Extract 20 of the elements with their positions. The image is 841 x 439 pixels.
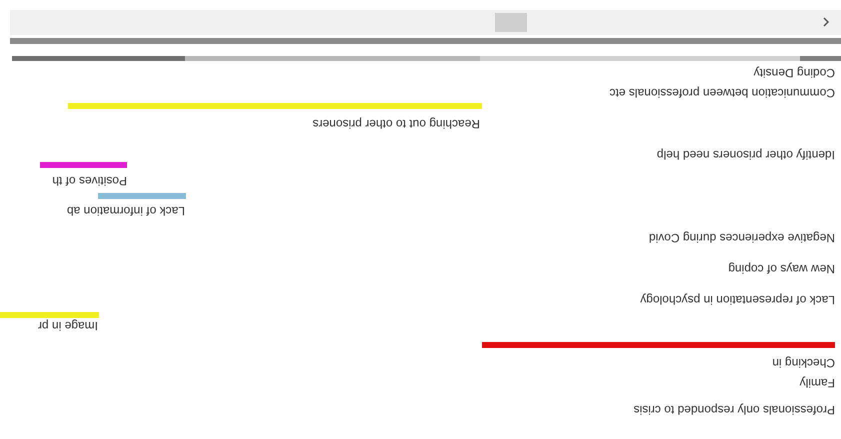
stripe-label: Reaching out to other prisoners: [312, 117, 480, 131]
node-label: Negative experiences during Covid: [648, 231, 835, 245]
node-label: Professionals only responded to crisis: [634, 403, 835, 417]
scrollbar-thumb[interactable]: [495, 13, 527, 32]
coding-stripe[interactable]: [0, 312, 99, 318]
scrollbar-track[interactable]: [10, 10, 841, 35]
coding-stripe[interactable]: [98, 193, 186, 199]
coding-density-label: Coding Density: [754, 66, 835, 80]
coding-stripe[interactable]: [482, 342, 835, 348]
stripe-label: Positives of th: [52, 174, 127, 188]
coding-stripe[interactable]: [40, 162, 127, 168]
stripe-label: Checking in: [772, 356, 835, 370]
node-label: Family: [800, 376, 835, 390]
node-label: Communication between professionals etc: [610, 86, 835, 100]
node-label: New ways of coping: [728, 262, 835, 276]
stripe-label: Image in pr: [38, 319, 98, 333]
node-label: Lack of representation in psychology: [640, 293, 835, 307]
coding-stripe[interactable]: [68, 103, 482, 109]
node-label: Identify other prisoners need help: [656, 148, 835, 162]
stripe-label: Lack of information ab: [66, 204, 185, 218]
